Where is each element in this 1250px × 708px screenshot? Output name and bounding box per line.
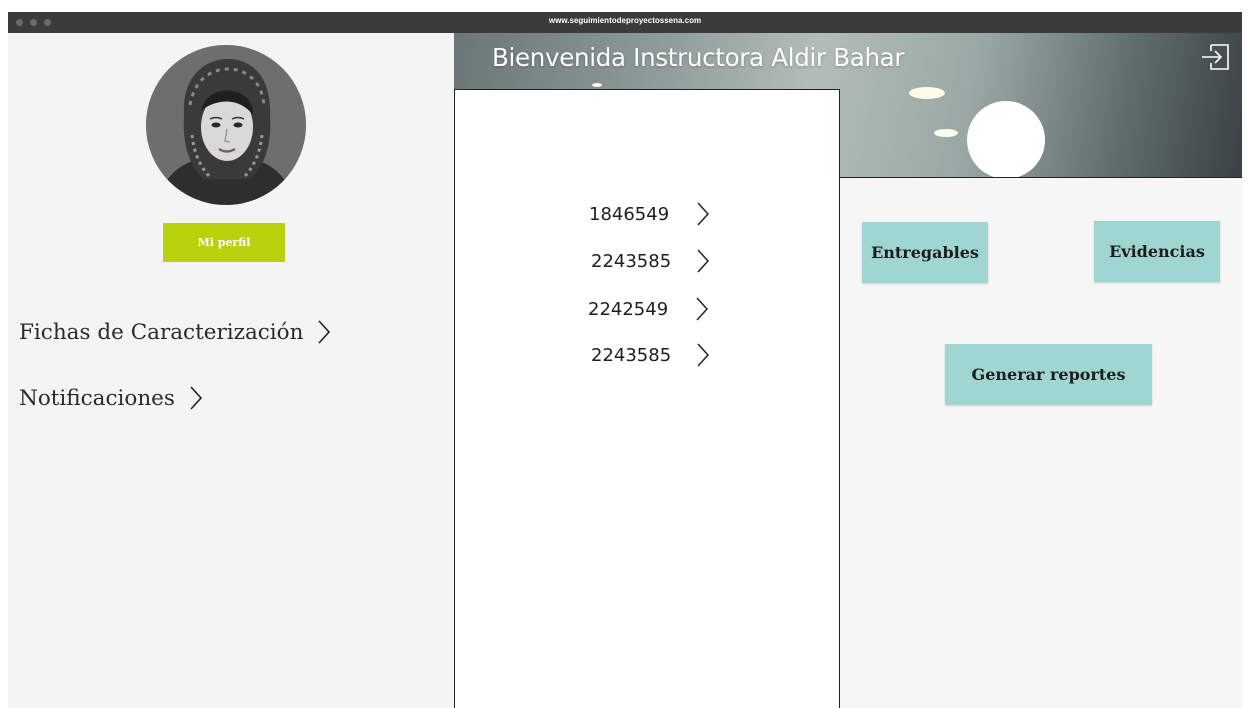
sidebar-item-label: Notificaciones: [19, 385, 175, 411]
evidencias-button[interactable]: Evidencias: [1094, 221, 1220, 282]
generate-reports-button[interactable]: Generar reportes: [945, 344, 1152, 405]
logout-icon[interactable]: [1200, 41, 1232, 73]
ficha-number: 1846549: [589, 203, 670, 225]
entregables-button[interactable]: Entregables: [862, 222, 988, 283]
user-avatar-icon: [146, 45, 306, 205]
banner-avatar-placeholder: [967, 101, 1045, 177]
sidebar-item-fichas[interactable]: Fichas de Caracterización: [19, 319, 331, 345]
ficha-list-item[interactable]: 2243585: [591, 343, 709, 367]
actions-panel: Entregables Evidencias Generar reportes: [840, 177, 1242, 708]
ficha-list-item[interactable]: 1846549: [589, 202, 709, 226]
ficha-list-item[interactable]: 2242549: [588, 297, 708, 321]
my-profile-button[interactable]: Mi perfil: [163, 223, 285, 262]
ficha-number: 2242549: [588, 298, 669, 320]
chevron-right-icon: [696, 297, 708, 321]
sidebar-item-notificaciones[interactable]: Notificaciones: [19, 385, 203, 411]
avatar: [146, 45, 306, 205]
chevron-right-icon: [318, 320, 331, 344]
ficha-number: 2243585: [591, 250, 672, 272]
chevron-right-icon: [190, 386, 203, 410]
sidebar-item-label: Fichas de Caracterización: [19, 319, 304, 345]
ceiling-light: [909, 87, 945, 99]
address-bar-url[interactable]: www.seguimientodeproyectossena.com: [8, 16, 1242, 25]
chevron-right-icon: [697, 249, 709, 273]
chevron-right-icon: [697, 202, 709, 226]
ceiling-light: [592, 83, 602, 87]
ficha-number: 2243585: [591, 344, 672, 366]
fichas-panel: 1846549 2243585 2242549 2243585: [454, 89, 840, 708]
welcome-title: Bienvenida Instructora Aldir Bahar: [492, 43, 905, 72]
ceiling-light: [934, 129, 958, 137]
sidebar: Mi perfil Fichas de Caracterización Noti…: [8, 33, 454, 708]
browser-titlebar: www.seguimientodeproyectossena.com: [8, 12, 1242, 33]
ficha-list-item[interactable]: 2243585: [591, 249, 709, 273]
chevron-right-icon: [697, 343, 709, 367]
